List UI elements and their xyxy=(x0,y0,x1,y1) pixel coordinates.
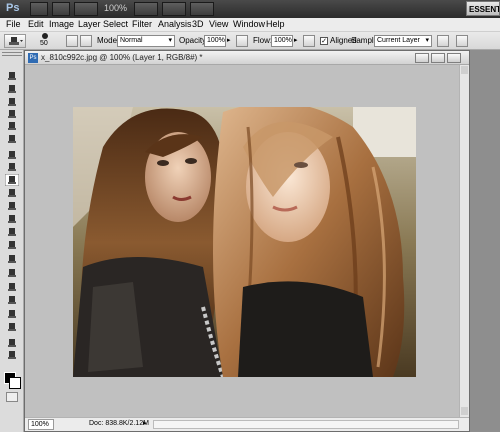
horizontal-scrollbar[interactable] xyxy=(153,420,459,429)
scroll-down-arrow[interactable] xyxy=(461,407,468,415)
chevron-right-icon[interactable]: ▸ xyxy=(294,36,298,44)
pen-tool-icon[interactable] xyxy=(5,253,19,265)
mode-select[interactable]: Normal ▾ xyxy=(117,35,175,47)
document-photo xyxy=(73,107,416,377)
quick-mask-icon[interactable] xyxy=(6,392,18,402)
opacity-value: 100% xyxy=(207,37,225,44)
3d-rotate-tool-icon[interactable] xyxy=(5,308,19,320)
history-brush-tool-icon[interactable] xyxy=(5,187,19,199)
minimize-icon[interactable] xyxy=(415,53,429,63)
opacity-input[interactable]: 100% xyxy=(204,35,226,47)
menu-file[interactable]: File xyxy=(6,19,21,29)
ignore-adjustment-layers-icon[interactable] xyxy=(437,35,449,47)
menu-bar: File Edit Image Layer Select Filter Anal… xyxy=(0,18,500,32)
menu-view[interactable]: View xyxy=(209,19,228,29)
menu-layer[interactable]: Layer xyxy=(78,19,101,29)
menu-window[interactable]: Window xyxy=(233,19,265,29)
screen-mode-icon[interactable] xyxy=(190,2,214,16)
shape-tool-icon[interactable] xyxy=(5,294,19,306)
chevron-right-icon[interactable]: ▸ xyxy=(227,36,231,44)
crop-tool-icon[interactable] xyxy=(5,120,19,132)
tool-preset-picker[interactable] xyxy=(4,34,26,48)
view-extras-icon[interactable] xyxy=(74,2,98,16)
sample-value: Current Layer xyxy=(377,37,420,44)
menu-image[interactable]: Image xyxy=(49,19,74,29)
vertical-scrollbar[interactable] xyxy=(459,65,469,417)
zoom-field-value: 100% xyxy=(31,421,49,428)
sample-select[interactable]: Current Layer ▾ xyxy=(374,35,432,47)
aligned-checkbox[interactable]: ✓ xyxy=(320,37,328,45)
mini-bridge-icon[interactable] xyxy=(52,2,70,16)
dodge-tool-icon[interactable] xyxy=(5,239,19,251)
options-bar: 50 Mode: Normal ▾ Opacity: 100% ▸ Flow: … xyxy=(0,32,500,50)
chevron-down-icon: ▾ xyxy=(425,37,429,44)
toolbox xyxy=(0,50,24,432)
brush-preset-picker[interactable]: 50 xyxy=(36,33,62,49)
marquee-tool-icon[interactable] xyxy=(5,83,19,95)
status-menu-arrow[interactable]: ▸ xyxy=(143,419,147,427)
path-select-tool-icon[interactable] xyxy=(5,281,19,293)
background-color-swatch[interactable] xyxy=(9,377,21,389)
pressure-size-icon[interactable] xyxy=(456,35,468,47)
menu-3d[interactable]: 3D xyxy=(192,19,204,29)
workspace-switcher[interactable]: ESSENTIA xyxy=(466,1,500,16)
flow-input[interactable]: 100% xyxy=(271,35,293,47)
toolbox-grip[interactable] xyxy=(2,52,22,56)
type-tool-icon[interactable] xyxy=(5,267,19,279)
photoshop-logo: Ps xyxy=(6,2,20,14)
brush-tool-icon[interactable] xyxy=(5,161,19,173)
hand-tool-top-icon[interactable] xyxy=(134,2,158,16)
document-window: Ps x_810c992c.jpg @ 100% (Layer 1, RGB/8… xyxy=(24,50,470,432)
clone-stamp-tool-icon[interactable] xyxy=(5,174,19,186)
mode-value: Normal xyxy=(120,37,143,44)
zoom-tool-icon[interactable] xyxy=(5,349,19,361)
document-tab[interactable]: Ps x_810c992c.jpg @ 100% (Layer 1, RGB/8… xyxy=(25,51,469,65)
menu-help[interactable]: Help xyxy=(266,19,285,29)
document-size-info: Doc: 838.8K/2.12M xyxy=(89,420,149,427)
menu-select[interactable]: Select xyxy=(103,19,128,29)
brush-panel-icon[interactable] xyxy=(66,35,78,47)
flow-value: 100% xyxy=(274,37,292,44)
document-icon: Ps xyxy=(28,53,38,63)
menu-filter[interactable]: Filter xyxy=(132,19,152,29)
document-title: x_810c992c.jpg @ 100% (Layer 1, RGB/8#) … xyxy=(41,53,203,62)
maximize-icon[interactable] xyxy=(431,53,445,63)
3d-orbit-tool-icon[interactable] xyxy=(5,321,19,333)
app-bar: Ps 100% ESSENTIA xyxy=(0,0,500,18)
menu-edit[interactable]: Edit xyxy=(28,19,44,29)
clone-source-icon[interactable] xyxy=(80,35,92,47)
hand-tool-icon[interactable] xyxy=(5,337,19,349)
eraser-tool-icon[interactable] xyxy=(5,200,19,212)
scroll-up-arrow[interactable] xyxy=(461,66,468,74)
quick-select-tool-icon[interactable] xyxy=(5,108,19,120)
brush-size-value: 50 xyxy=(40,40,48,47)
lasso-tool-icon[interactable] xyxy=(5,96,19,108)
zoom-field[interactable]: 100% xyxy=(28,419,54,430)
bridge-icon[interactable] xyxy=(30,2,48,16)
blur-tool-icon[interactable] xyxy=(5,226,19,238)
move-tool-icon[interactable] xyxy=(5,70,19,82)
close-icon[interactable] xyxy=(447,53,461,63)
healing-brush-tool-icon[interactable] xyxy=(5,149,19,161)
pressure-opacity-icon[interactable] xyxy=(236,35,248,47)
status-bar: 100% Doc: 838.8K/2.12M ▸ xyxy=(25,417,469,431)
chevron-down-icon: ▾ xyxy=(168,37,172,44)
zoom-level-display[interactable]: 100% xyxy=(104,3,127,13)
airbrush-icon[interactable] xyxy=(303,35,315,47)
flow-label: Flow: xyxy=(253,36,273,45)
eyedropper-tool-icon[interactable] xyxy=(5,133,19,145)
gradient-tool-icon[interactable] xyxy=(5,213,19,225)
arrange-documents-icon[interactable] xyxy=(162,2,186,16)
mode-label: Mode: xyxy=(97,36,120,45)
menu-analysis[interactable]: Analysis xyxy=(158,19,192,29)
brush-tip-icon xyxy=(42,33,48,39)
